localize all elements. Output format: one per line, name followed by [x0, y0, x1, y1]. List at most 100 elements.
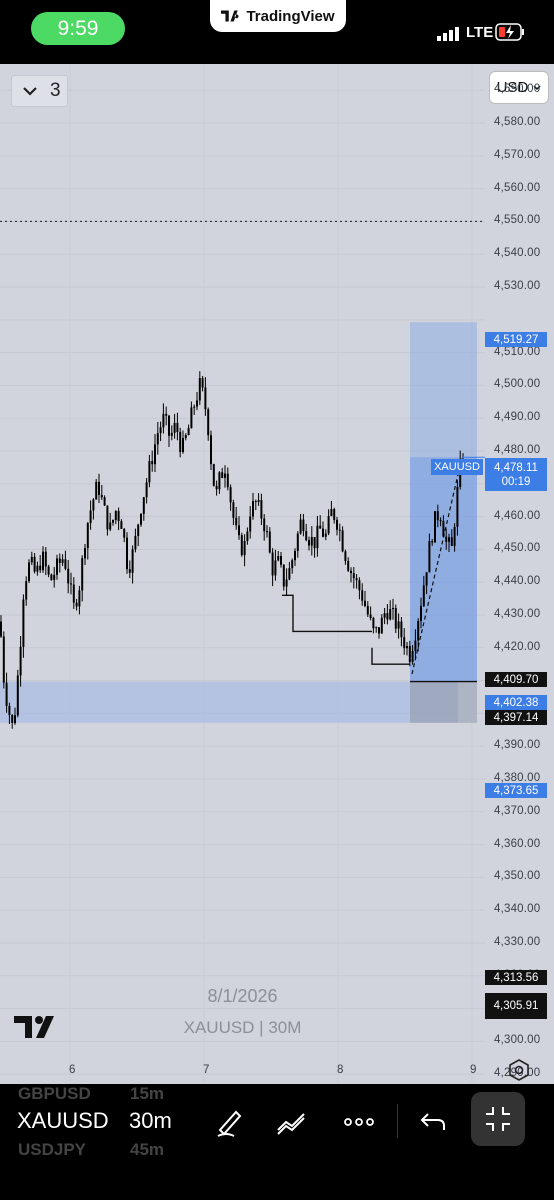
level-price-tag: 4,313.56: [485, 970, 547, 985]
candle-body: [42, 551, 44, 571]
candle-body: [78, 590, 81, 607]
candle-body: [201, 378, 204, 388]
candle-body: [392, 608, 394, 610]
candle-body: [210, 435, 212, 465]
candle-body: [226, 473, 229, 488]
candle-body: [333, 509, 336, 520]
price-tick-label: 4,540.00: [494, 247, 541, 260]
chevron-down-icon: [23, 87, 37, 96]
candle-body: [120, 521, 123, 530]
candle-body: [400, 621, 403, 638]
candle-body: [207, 409, 210, 436]
price-tick-label: 4,340.00: [494, 903, 541, 916]
candle-body: [456, 486, 459, 527]
candle-body: [215, 485, 218, 490]
candle-body: [280, 556, 282, 565]
network-label: LTE: [466, 24, 494, 41]
candle-body: [330, 509, 333, 517]
price-chart[interactable]: [0, 64, 554, 1084]
candle-body: [64, 559, 67, 569]
settings-icon[interactable]: [508, 1059, 530, 1081]
interval-picker[interactable]: 30m: [129, 1108, 172, 1134]
candle-body: [285, 579, 288, 587]
candle-body: [56, 558, 58, 575]
price-tick-label: 4,560.00: [494, 181, 541, 194]
candle-body: [445, 536, 448, 542]
candle-body: [44, 551, 47, 567]
candle-body: [84, 548, 86, 559]
price-tick-label: 4,480.00: [494, 444, 541, 456]
level-price-tag: 4,373.65: [485, 783, 547, 798]
price-tick-label: 4,450.00: [494, 542, 541, 555]
candle-body: [53, 574, 56, 581]
tradingview-logo-icon[interactable]: [14, 1014, 59, 1040]
interval-collapse-button[interactable]: 3: [11, 75, 68, 107]
candle-body: [33, 556, 36, 572]
candle-body: [86, 523, 89, 549]
candle-body: [179, 431, 182, 452]
candle-body: [249, 516, 252, 532]
candle-body: [291, 560, 294, 569]
candle-body: [243, 541, 246, 556]
candle-body: [140, 513, 142, 525]
candle-body: [397, 621, 400, 629]
candle-body: [361, 590, 364, 601]
app-indicator[interactable]: TradingView: [210, 0, 346, 32]
candle-body: [128, 569, 131, 573]
candle-body: [131, 549, 134, 573]
candle-body: [428, 541, 431, 573]
price-tick-label: 4,500.00: [494, 378, 541, 391]
candle-body: [50, 574, 53, 581]
candle-body: [302, 519, 305, 532]
trend-line-icon[interactable]: [274, 1104, 310, 1140]
candle-body: [288, 568, 291, 580]
status-time[interactable]: 9:59: [31, 12, 125, 45]
entry-price-tag: 4,409.70: [485, 672, 547, 687]
candle-body: [137, 524, 140, 536]
candle-body: [39, 565, 42, 571]
candle-body: [434, 511, 436, 543]
candle-body: [196, 400, 198, 407]
price-tick-label: 4,570.00: [494, 148, 541, 161]
candle-body: [305, 531, 308, 541]
price-tick-label: 4,430.00: [494, 607, 541, 620]
candle-body: [336, 519, 338, 530]
candle-body: [198, 378, 201, 401]
candle-body: [308, 540, 310, 546]
draw-brush-icon[interactable]: [212, 1104, 248, 1140]
candle-body: [383, 613, 386, 618]
current-price-tag: 4,478.11 00:19: [485, 458, 547, 491]
interval-count: 3: [50, 80, 61, 101]
candle-body: [0, 621, 2, 637]
candle-body: [238, 525, 240, 536]
time-axis-label: 7: [203, 1064, 210, 1076]
candle-body: [8, 705, 11, 716]
candle-body: [408, 646, 411, 662]
candle-body: [117, 510, 120, 522]
candle-body: [254, 501, 257, 503]
undo-icon[interactable]: [416, 1104, 452, 1140]
exit-fullscreen-button[interactable]: [471, 1092, 525, 1146]
candle-body: [11, 715, 14, 724]
candle-body: [81, 558, 84, 591]
price-tick-label: 4,550.00: [494, 214, 541, 227]
price-tick-label: 4,300.00: [494, 1034, 541, 1047]
symbol-picker[interactable]: XAUUSD: [17, 1108, 109, 1134]
candle-body: [375, 627, 378, 629]
candle-body: [358, 580, 361, 591]
candle-body: [394, 608, 397, 629]
more-icon[interactable]: [341, 1104, 377, 1140]
candle-body: [218, 472, 221, 490]
candle-body: [442, 520, 445, 537]
chart-area[interactable]: 3 USD 4,590.00 4,580.00 4,570.00 4,560.00 4,…: [0, 64, 554, 1084]
price-tick-label: 4,330.00: [494, 935, 541, 948]
candle-body: [316, 525, 319, 549]
candle-body: [277, 556, 280, 561]
candle-body: [319, 525, 322, 529]
candle-body: [75, 602, 78, 607]
candle-body: [28, 562, 30, 582]
ghost-symbol: GBPUSD: [18, 1084, 91, 1103]
ghost-interval: 15m: [130, 1084, 165, 1103]
candle-body: [310, 537, 313, 546]
price-tick-label: 4,360.00: [494, 837, 541, 850]
